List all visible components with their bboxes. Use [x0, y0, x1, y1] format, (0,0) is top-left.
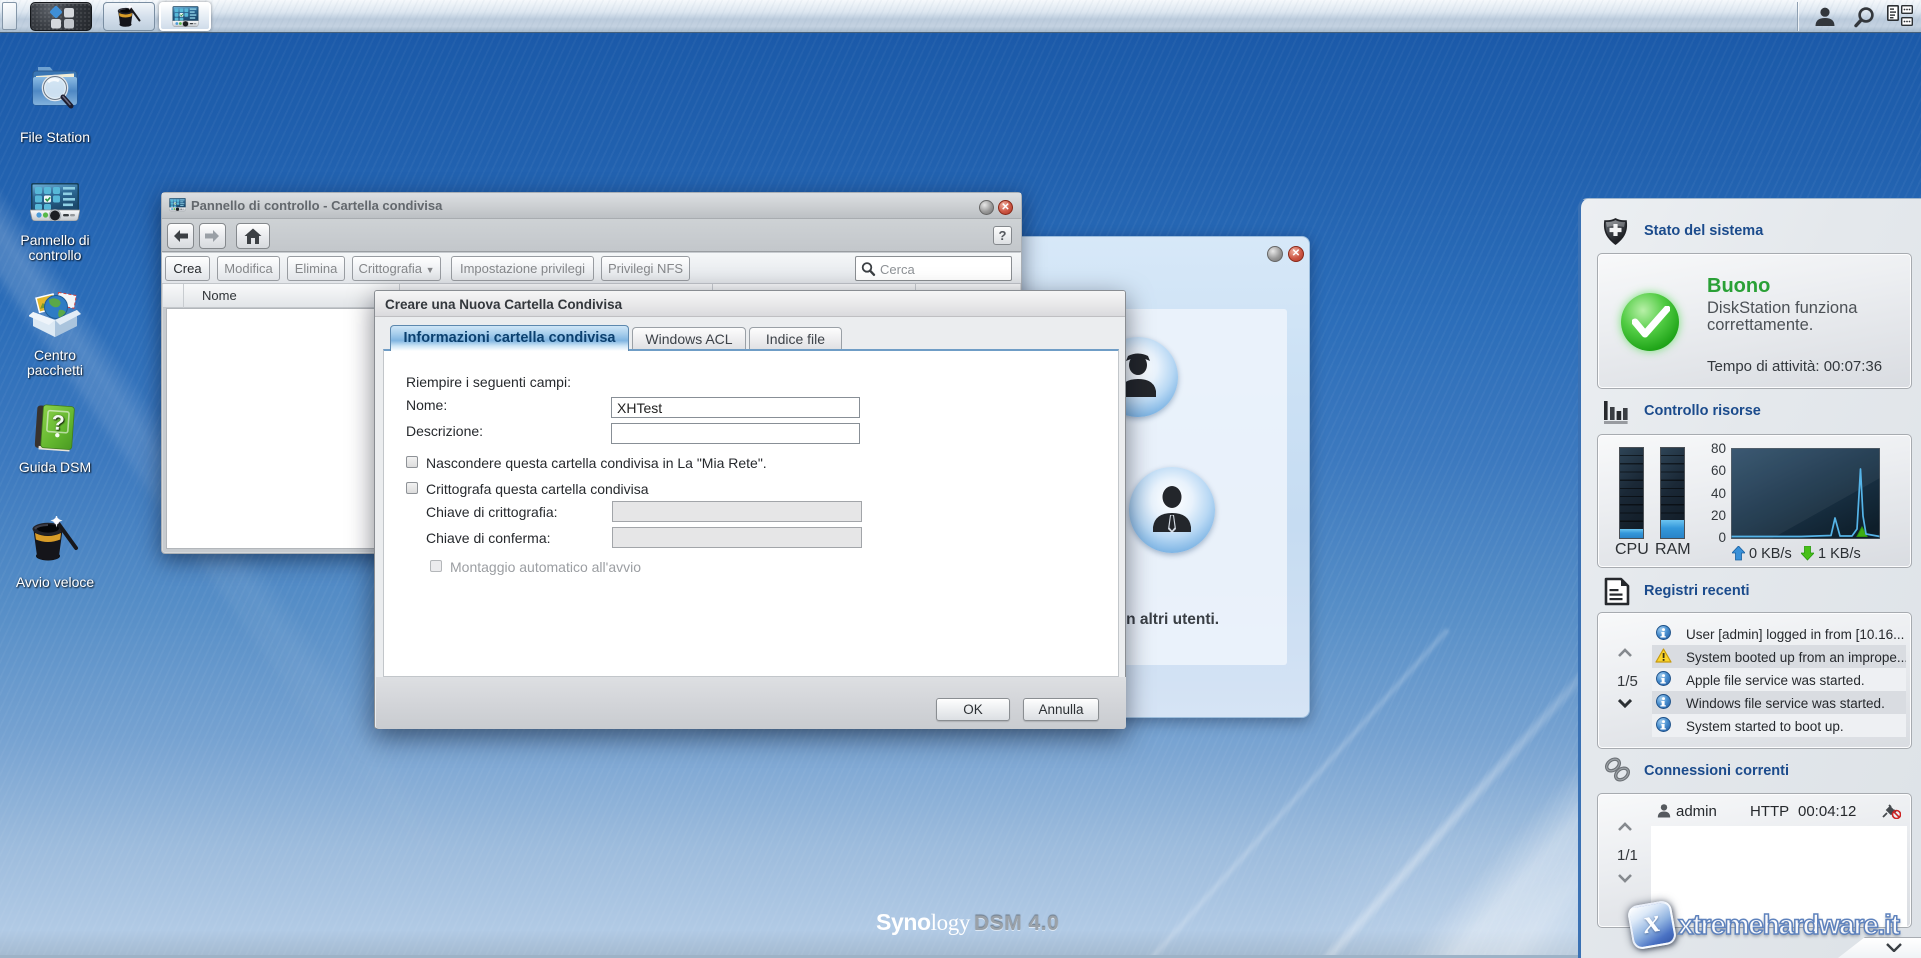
- svg-text:?: ?: [51, 411, 65, 435]
